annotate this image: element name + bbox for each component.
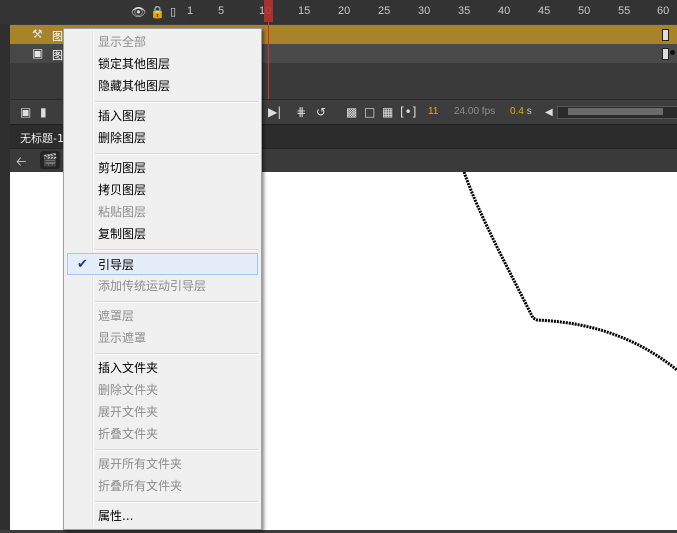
menu-item-insert-folder[interactable]: 插入文件夹 — [67, 357, 258, 379]
end-frame-marker[interactable] — [662, 48, 669, 60]
frame-tick: 45 — [538, 5, 551, 17]
menu-item-label: 折叠文件夹 — [98, 427, 159, 441]
frame-tick: 25 — [378, 5, 391, 17]
menu-item-label: 复制图层 — [98, 227, 147, 241]
menu-item-label: 属性... — [98, 509, 134, 523]
scrollbar-thumb[interactable] — [568, 108, 663, 115]
menu-separator — [95, 501, 258, 503]
menu-item-guide[interactable]: ✔ 引导层 — [67, 253, 258, 275]
menu-item-label: 引导层 — [98, 258, 135, 272]
eye-icon[interactable]: 👁 — [131, 5, 146, 19]
elapsed-time[interactable]: 0.4 s — [510, 106, 532, 117]
menu-item-duplicate-layer[interactable]: 复制图层 — [67, 223, 258, 245]
loop-icon[interactable]: ↺ — [316, 105, 326, 119]
frame-tick: 5 — [218, 5, 225, 17]
check-icon: ✔ — [77, 257, 88, 272]
fps-value[interactable]: 24.00 fps — [454, 106, 495, 117]
menu-item-label: 折叠所有文件夹 — [98, 479, 183, 493]
go-last-frame-icon[interactable]: ▶| — [268, 105, 281, 119]
menu-item-label: 展开文件夹 — [98, 405, 159, 419]
menu-item-lock-others[interactable]: 锁定其他图层 — [67, 53, 258, 75]
menu-item-show-all[interactable]: 显示全部 — [67, 31, 258, 53]
menu-item-collapse-all-folders[interactable]: 折叠所有文件夹 — [67, 475, 258, 497]
menu-item-label: 显示全部 — [98, 35, 147, 49]
frame-tick: 15 — [298, 5, 311, 17]
keyframe-dot[interactable] — [670, 50, 675, 55]
lock-icon[interactable]: 🔒 — [150, 5, 165, 19]
menu-item-cut-layer[interactable]: 剪切图层 — [67, 157, 258, 179]
menu-item-show-mask[interactable]: 显示遮罩 — [67, 327, 258, 349]
frame-tick: 30 — [418, 5, 431, 17]
frame-tick: 1 — [187, 5, 194, 17]
menu-item-label: 显示遮罩 — [98, 331, 147, 345]
menu-separator — [95, 153, 258, 155]
end-frame-marker[interactable] — [662, 29, 669, 41]
scene-clapper-icon[interactable]: 🎬 — [40, 151, 60, 169]
elapsed-seconds: 0.4 — [510, 106, 524, 117]
new-layer-icon[interactable]: ▣ — [20, 105, 31, 119]
menu-item-paste-layer[interactable]: 粘贴图层 — [67, 201, 258, 223]
timeline-scrollbar[interactable] — [557, 106, 677, 119]
menu-item-label: 添加传统运动引导层 — [98, 279, 207, 293]
document-tab[interactable]: 无标题-1 — [20, 130, 64, 146]
playhead-handle[interactable] — [264, 0, 273, 22]
frame-tick: 60 — [657, 5, 670, 17]
frame-tick: 20 — [338, 5, 351, 17]
left-panel-strip — [0, 0, 10, 530]
menu-item-add-motion-guide[interactable]: 添加传统运动引导层 — [67, 275, 258, 297]
playhead[interactable] — [264, 0, 273, 99]
modify-markers-icon[interactable]: [•] — [400, 105, 416, 119]
menu-item-label: 剪切图层 — [98, 161, 147, 175]
menu-item-label: 删除图层 — [98, 131, 147, 145]
new-folder-icon[interactable]: ▮ — [40, 105, 47, 119]
outline-icon[interactable]: ▯ — [170, 5, 176, 18]
menu-item-expand-all-folders[interactable]: 展开所有文件夹 — [67, 453, 258, 475]
center-frame-icon[interactable]: ⋕ — [296, 105, 306, 119]
layer-icon: ▣ — [32, 46, 44, 60]
menu-item-label: 展开所有文件夹 — [98, 457, 183, 471]
playhead-line — [268, 22, 269, 99]
menu-item-label: 粘贴图层 — [98, 205, 147, 219]
menu-item-mask[interactable]: 遮罩层 — [67, 305, 258, 327]
menu-item-collapse-folder[interactable]: 折叠文件夹 — [67, 423, 258, 445]
menu-separator — [95, 249, 258, 251]
menu-item-label: 删除文件夹 — [98, 383, 159, 397]
menu-item-label: 拷贝图层 — [98, 183, 147, 197]
layer-context-menu: 显示全部 锁定其他图层 隐藏其他图层 插入图层 删除图层 剪切图层 拷贝图层 粘… — [63, 28, 262, 530]
current-frame-value[interactable]: 11 — [428, 106, 438, 117]
menu-item-properties[interactable]: 属性... — [67, 505, 258, 527]
frame-tick: 35 — [458, 5, 471, 17]
menu-item-label: 隐藏其他图层 — [98, 79, 171, 93]
menu-item-label: 插入文件夹 — [98, 361, 159, 375]
onion-outline-icon[interactable]: □ — [364, 105, 375, 119]
scroll-left-icon[interactable]: ◀ — [545, 107, 553, 118]
frame-tick: 55 — [618, 5, 631, 17]
menu-item-insert-layer[interactable]: 插入图层 — [67, 105, 258, 127]
menu-separator — [95, 449, 258, 451]
elapsed-unit: s — [526, 106, 532, 117]
menu-item-delete-folder[interactable]: 删除文件夹 — [67, 379, 258, 401]
menu-item-delete-layer[interactable]: 删除图层 — [67, 127, 258, 149]
guide-layer-icon: ⚒ — [32, 27, 43, 41]
menu-item-label: 遮罩层 — [98, 309, 135, 323]
menu-separator — [95, 353, 258, 355]
menu-item-label: 插入图层 — [98, 109, 147, 123]
layer-header: 👁 🔒 ▯ — [0, 0, 185, 24]
menu-separator — [95, 101, 258, 103]
timeline-ruler[interactable]: 👁 🔒 ▯ 1 5 10 15 20 25 30 35 40 45 50 55 … — [0, 0, 677, 24]
frame-tick: 50 — [578, 5, 591, 17]
menu-separator — [95, 301, 258, 303]
menu-item-expand-folder[interactable]: 展开文件夹 — [67, 401, 258, 423]
menu-item-copy-layer[interactable]: 拷贝图层 — [67, 179, 258, 201]
frame-tick: 40 — [498, 5, 511, 17]
edit-multiple-frames-icon[interactable]: ▦ — [382, 105, 393, 119]
onion-skin-icon[interactable]: ▩ — [346, 105, 357, 119]
menu-item-hide-others[interactable]: 隐藏其他图层 — [67, 75, 258, 97]
menu-item-label: 锁定其他图层 — [98, 57, 171, 71]
